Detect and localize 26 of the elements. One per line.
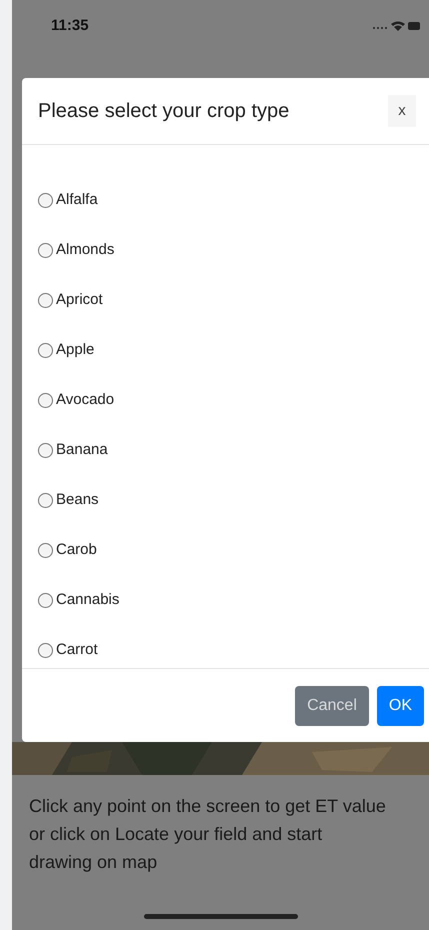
radio-button[interactable]: [38, 642, 53, 658]
crop-option[interactable]: Almonds: [38, 240, 114, 260]
crop-option[interactable]: Banana: [38, 440, 108, 460]
radio-button[interactable]: [38, 392, 53, 408]
crop-option[interactable]: Beans: [38, 490, 99, 510]
radio-button[interactable]: [38, 592, 53, 608]
dialog-title: Please select your crop type: [38, 99, 290, 124]
radio-button[interactable]: [38, 242, 53, 258]
radio-button[interactable]: [38, 542, 53, 558]
crop-option[interactable]: Alfalfa: [38, 190, 98, 210]
crop-option[interactable]: Apple: [38, 340, 94, 360]
crop-option[interactable]: Carrot: [38, 640, 98, 660]
radio-button[interactable]: [38, 192, 53, 208]
radio-button[interactable]: [38, 292, 53, 308]
status-icons: [372, 20, 420, 32]
instructions-text: Click any point on the screen to get ET value or click on Locate your field and start drawing on map: [28, 795, 387, 874]
crop-option[interactable]: Carob: [38, 540, 97, 560]
ok-button[interactable]: OK: [376, 686, 424, 726]
crop-option[interactable]: Cannabis: [38, 590, 120, 610]
radio-button[interactable]: [38, 442, 53, 458]
status-time: 11:35: [51, 16, 89, 36]
radio-button[interactable]: [38, 492, 53, 508]
crop-option[interactable]: Avocado: [38, 390, 114, 410]
close-button[interactable]: x: [388, 95, 416, 127]
radio-button[interactable]: [38, 342, 53, 358]
crop-option[interactable]: Apricot: [38, 290, 103, 310]
